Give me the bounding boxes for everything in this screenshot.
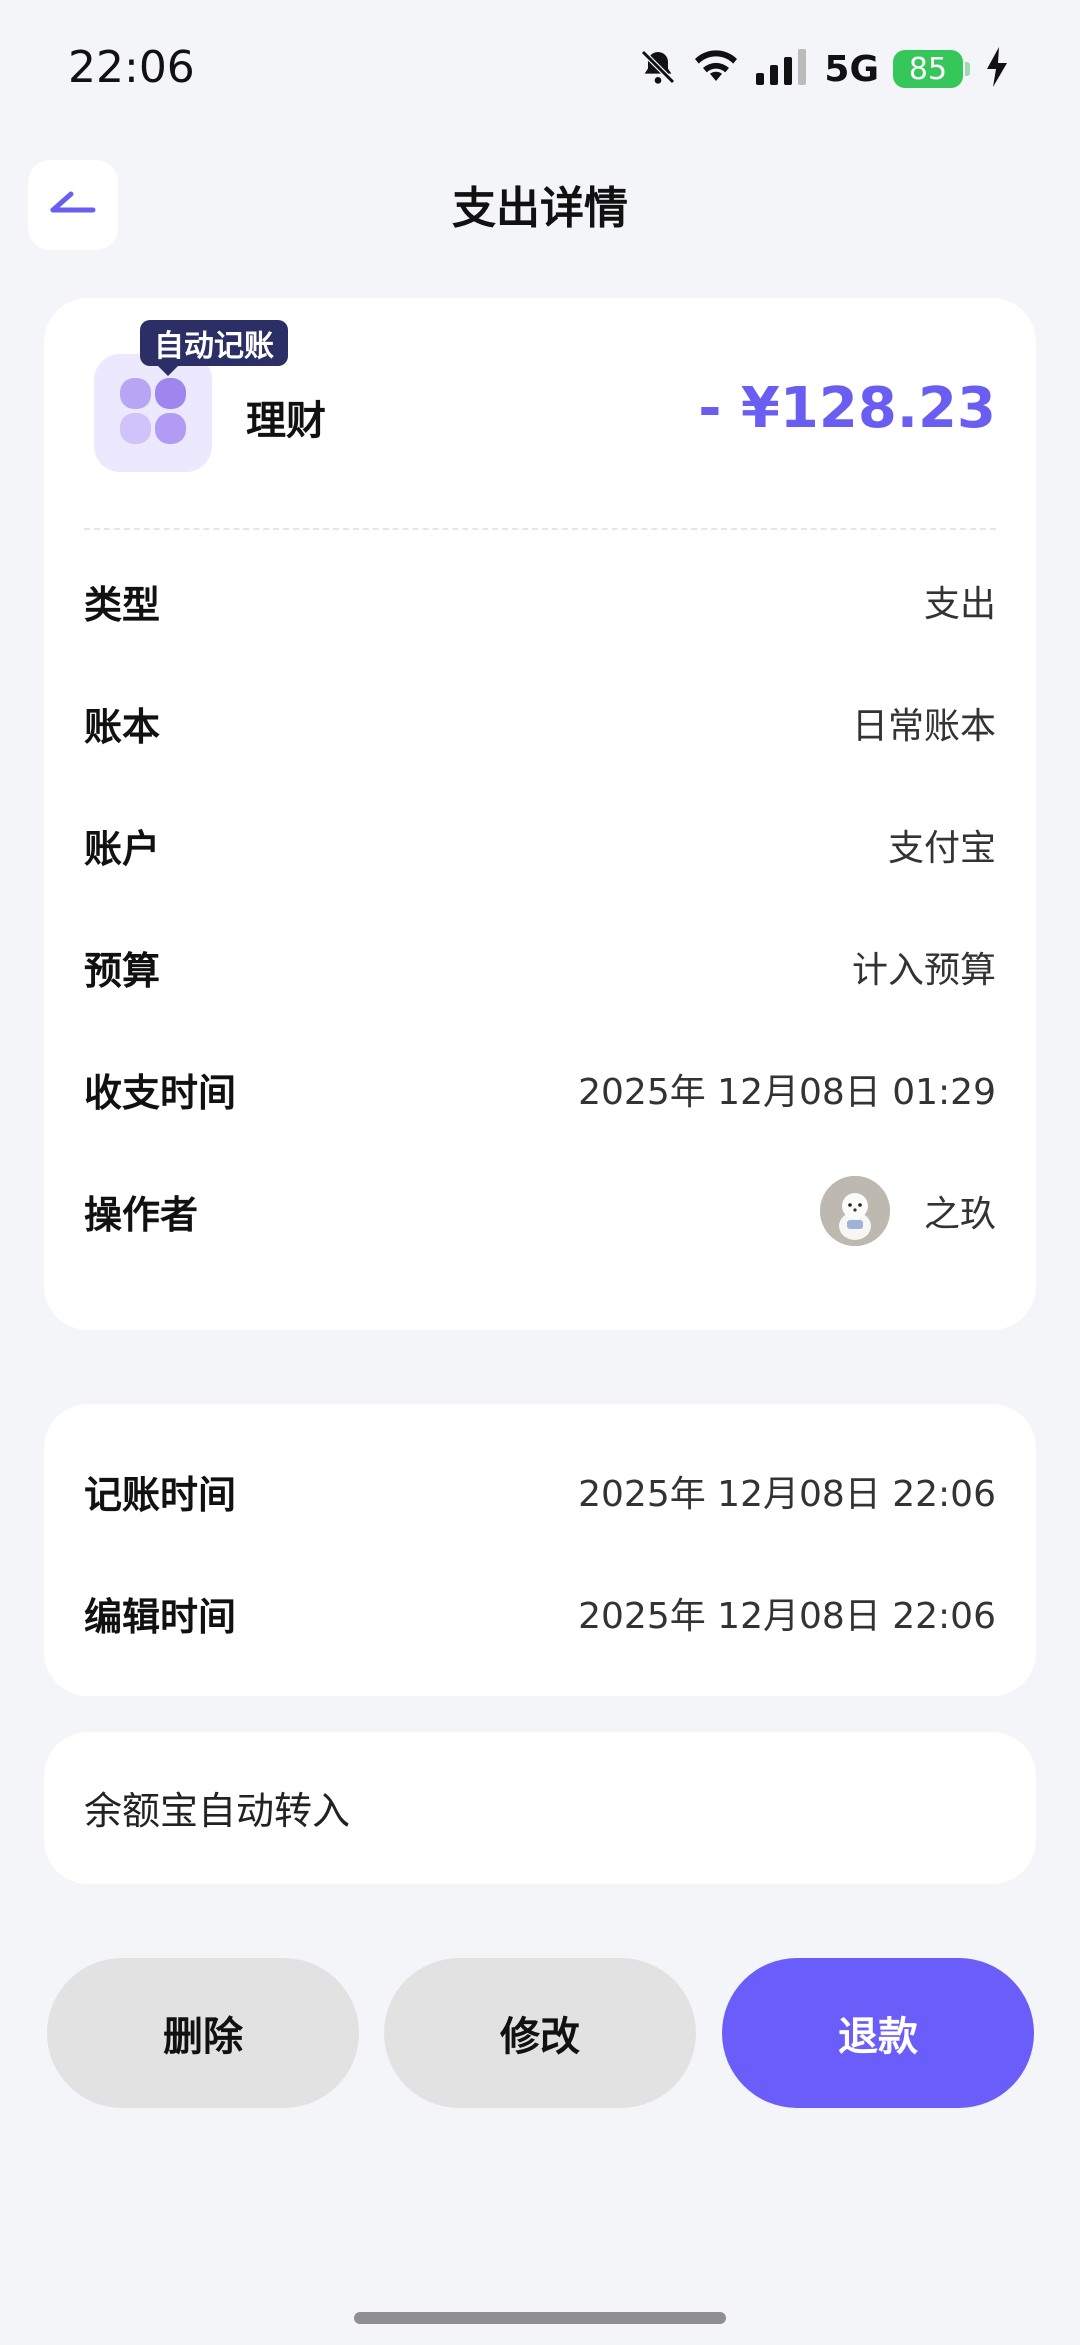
field-row-book[interactable]: 账本 日常账本 — [84, 688, 996, 758]
battery-tip — [965, 62, 970, 76]
status-icons: 5G 85 — [638, 44, 1010, 94]
status-bar: 22:06 5G 85 — [0, 0, 1080, 130]
field-row-transaction-time[interactable]: 收支时间 2025年 12月08日 01:29 — [84, 1054, 996, 1124]
field-value: 2025年 12月08日 22:06 — [578, 1596, 996, 1637]
field-label: 编辑时间 — [84, 1594, 237, 1639]
note-card[interactable]: 余额宝自动转入 — [44, 1732, 1036, 1884]
status-time: 22:06 — [68, 42, 195, 93]
field-label: 预算 — [84, 948, 161, 993]
field-value: 计入预算 — [851, 950, 996, 991]
transaction-card: 自动记账 理财 - ¥128.23 类型 支出 账本 日常账本 账户 支付宝 预… — [44, 298, 1036, 1330]
record-time-row: 记账时间 2025年 12月08日 22:06 — [84, 1456, 996, 1526]
field-row-budget[interactable]: 预算 计入预算 — [84, 932, 996, 1002]
field-row-operator: 操作者 之玖 — [84, 1176, 996, 1246]
clover-icon — [116, 374, 190, 452]
delete-button[interactable]: 删除 — [47, 1958, 359, 2108]
field-value: 2025年 12月08日 22:06 — [578, 1474, 996, 1515]
timestamps-card: 记账时间 2025年 12月08日 22:06 编辑时间 2025年 12月08… — [44, 1404, 1036, 1696]
field-value: 日常账本 — [851, 706, 996, 747]
field-label: 账户 — [84, 826, 161, 871]
auto-record-badge: 自动记账 — [140, 320, 288, 376]
amount: - ¥128.23 — [698, 376, 996, 441]
field-value: 支付宝 — [887, 828, 996, 869]
expense-detail-screen: 22:06 5G 85 支出详情 自动记账 理财 - ¥128.23 类型 支出… — [0, 0, 1080, 2345]
category-icon-container — [94, 354, 212, 472]
network-type: 5G — [824, 48, 879, 90]
operator-value: 之玖 — [819, 1176, 996, 1246]
field-value: 2025年 12月08日 01:29 — [578, 1072, 996, 1113]
category-name: 理财 — [246, 398, 326, 444]
field-value: 支出 — [923, 584, 996, 625]
battery-icon: 85 — [893, 50, 970, 88]
field-row-account[interactable]: 账户 支付宝 — [84, 810, 996, 880]
note-text: 余额宝自动转入 — [84, 1789, 351, 1833]
field-label: 操作者 — [84, 1192, 199, 1237]
bell-off-icon — [638, 47, 678, 91]
wifi-icon — [692, 47, 740, 91]
refund-button[interactable]: 退款 — [722, 1958, 1034, 2108]
field-label: 账本 — [84, 704, 161, 749]
avatar — [819, 1176, 890, 1246]
field-label: 收支时间 — [84, 1070, 237, 1115]
field-row-type: 类型 支出 — [84, 566, 996, 636]
dashed-divider — [84, 528, 996, 530]
operator-name: 之玖 — [923, 1194, 996, 1235]
edit-button[interactable]: 修改 — [384, 1958, 696, 2108]
edit-time-row: 编辑时间 2025年 12月08日 22:06 — [84, 1578, 996, 1648]
charging-icon — [984, 47, 1010, 91]
battery-level: 85 — [893, 50, 963, 88]
page-title: 支出详情 — [452, 183, 628, 234]
signal-icon — [754, 47, 810, 91]
field-label: 记账时间 — [84, 1472, 237, 1517]
home-indicator[interactable] — [354, 2312, 726, 2324]
field-label: 类型 — [84, 582, 161, 627]
